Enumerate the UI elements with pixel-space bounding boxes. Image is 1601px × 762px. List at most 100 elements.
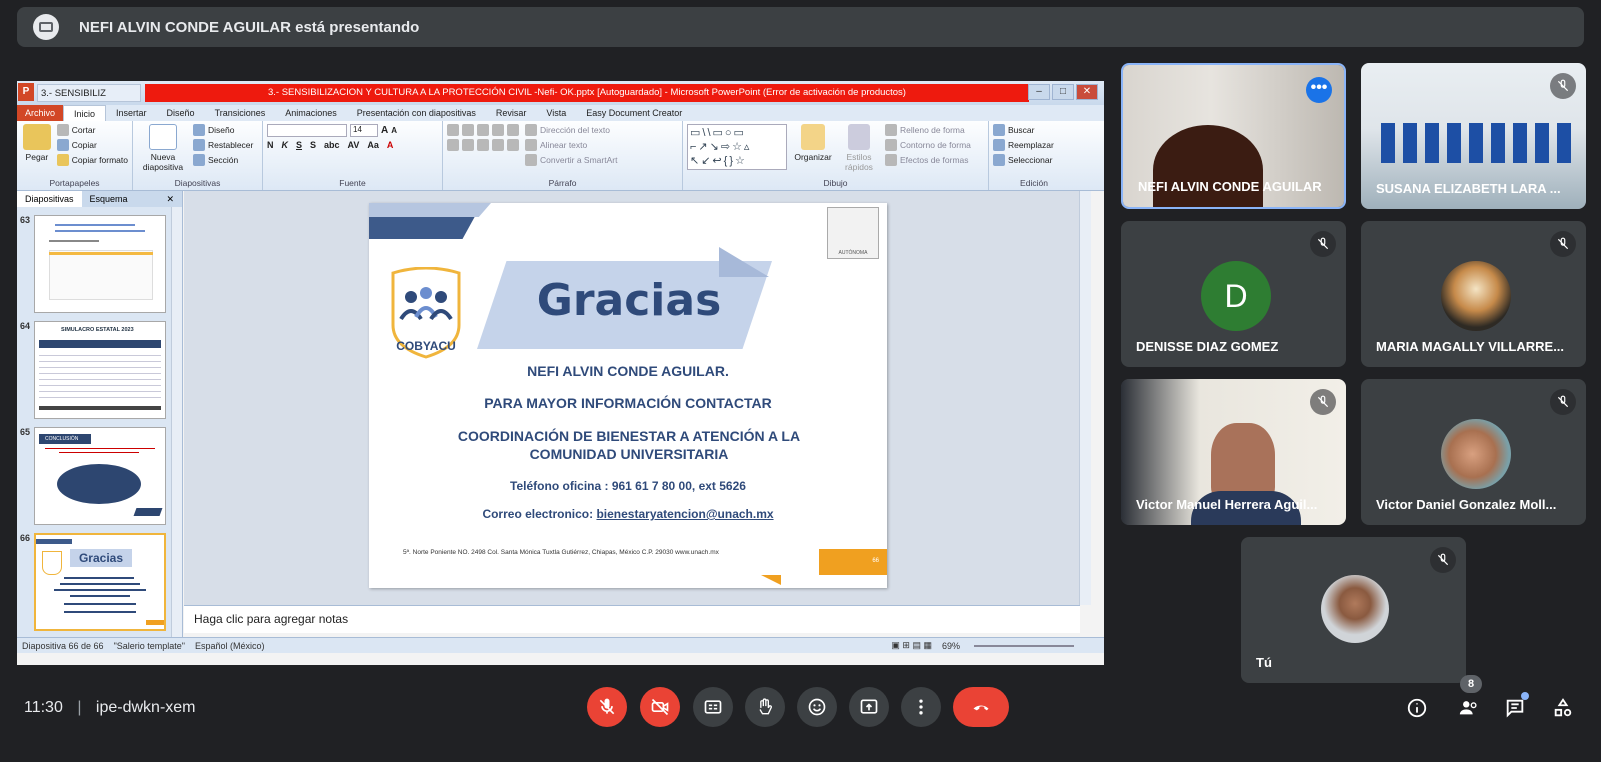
- copy-button[interactable]: Copiar: [56, 139, 128, 151]
- activities-button[interactable]: [1550, 695, 1576, 721]
- shape-outline-button[interactable]: Contorno de forma: [885, 139, 971, 151]
- tab-diseno[interactable]: Diseño: [157, 108, 205, 118]
- meeting-details-button[interactable]: [1404, 695, 1430, 721]
- participant-tile[interactable]: Victor Daniel Gonzalez Moll...: [1361, 379, 1586, 525]
- numbering-icon[interactable]: [462, 124, 474, 136]
- tab-insertar[interactable]: Insertar: [106, 108, 157, 118]
- zoom-level[interactable]: 69%: [942, 641, 960, 651]
- more-options-icon[interactable]: •••: [1306, 77, 1332, 103]
- participant-tile[interactable]: MARIA MAGALLY VILLARRE...: [1361, 221, 1586, 367]
- captions-button[interactable]: [693, 687, 733, 727]
- tab-archivo[interactable]: Archivo: [17, 105, 64, 121]
- align-center-icon[interactable]: [462, 139, 474, 151]
- reset-button[interactable]: Restablecer: [193, 139, 253, 151]
- ppt-document-tab[interactable]: 3.- SENSIBILIZ: [37, 84, 141, 102]
- thumbnail-row[interactable]: 63: [17, 215, 183, 315]
- slide-thumbnail-current[interactable]: Gracias: [34, 533, 166, 631]
- tab-revisar[interactable]: Revisar: [486, 108, 537, 118]
- participant-tile[interactable]: D DENISSE DIAZ GOMEZ: [1121, 221, 1346, 367]
- font-size-select[interactable]: 14: [350, 124, 378, 137]
- pane-close-icon[interactable]: ✕: [158, 194, 182, 205]
- tab-animaciones[interactable]: Animaciones: [275, 108, 347, 118]
- tab-diapositivas[interactable]: Diapositivas: [17, 191, 82, 207]
- current-slide[interactable]: AUTÓNOMA Gracias COBYACU NEFI ALVIN COND…: [369, 203, 887, 588]
- participant-tile[interactable]: SUSANA ELIZABETH LARA ...: [1361, 63, 1586, 209]
- tab-easy-document[interactable]: Easy Document Creator: [576, 108, 692, 118]
- mic-off-indicator: [1550, 389, 1576, 415]
- tab-transiciones[interactable]: Transiciones: [205, 108, 276, 118]
- align-left-icon[interactable]: [447, 139, 459, 151]
- shapes-gallery[interactable]: ▭\\▭○▭ ⌐↗↘⇨☆▵ ↖↙↩{}☆: [687, 124, 787, 170]
- format-painter-button[interactable]: Copiar formato: [56, 154, 128, 166]
- select-button[interactable]: Seleccionar: [993, 154, 1075, 166]
- paste-button[interactable]: Pegar: [21, 124, 53, 169]
- bullets-icon[interactable]: [447, 124, 459, 136]
- italic-button[interactable]: K: [282, 140, 289, 150]
- ppt-titlebar: P 3.- SENSIBILIZ 3.- SENSIBILIZACION Y C…: [17, 81, 1104, 105]
- maximize-icon[interactable]: □: [1052, 84, 1074, 100]
- font-color-button[interactable]: A: [387, 140, 394, 150]
- text-direction-button[interactable]: Dirección del texto: [525, 124, 617, 136]
- smartart-button[interactable]: Convertir a SmartArt: [525, 154, 617, 166]
- tab-inicio[interactable]: Inicio: [63, 105, 107, 121]
- grow-font-icon[interactable]: A: [381, 125, 388, 136]
- bold-button[interactable]: N: [267, 140, 274, 150]
- camera-toggle-button[interactable]: [640, 687, 680, 727]
- case-button[interactable]: Aa: [367, 140, 379, 150]
- shape-fill-button[interactable]: Relleno de forma: [885, 124, 971, 136]
- participant-tile[interactable]: Victor Manuel Herrera Aguil...: [1121, 379, 1346, 525]
- people-button[interactable]: [1456, 695, 1482, 721]
- more-options-button[interactable]: [901, 687, 941, 727]
- justify-icon[interactable]: [492, 139, 504, 151]
- view-buttons[interactable]: ▣ ⊞ ▤ ▦: [891, 640, 932, 651]
- section-button[interactable]: Sección: [193, 154, 253, 166]
- tab-presentacion[interactable]: Presentación con diapositivas: [347, 108, 486, 118]
- thumbnail-row[interactable]: 65 CONCLUSIÓN: [17, 427, 183, 527]
- slide-thumbnail[interactable]: [34, 215, 166, 313]
- align-right-icon[interactable]: [477, 139, 489, 151]
- close-icon[interactable]: ✕: [1076, 84, 1098, 100]
- cut-button[interactable]: Cortar: [56, 124, 128, 136]
- participant-tile[interactable]: ••• NEFI ALVIN CONDE AGUILAR: [1121, 63, 1346, 209]
- language[interactable]: Español (México): [195, 641, 265, 651]
- slide-thumbnail[interactable]: CONCLUSIÓN: [34, 427, 166, 525]
- end-call-icon: [973, 705, 989, 711]
- quick-styles-button[interactable]: Estilos rápidos: [839, 124, 879, 172]
- layout-button[interactable]: Diseño: [193, 124, 253, 136]
- thumbnail-row[interactable]: 64 SIMULACRO ESTATAL 2023: [17, 321, 183, 421]
- present-button[interactable]: [849, 687, 889, 727]
- underline-button[interactable]: S: [296, 140, 302, 150]
- minimize-icon[interactable]: –: [1028, 84, 1050, 100]
- find-button[interactable]: Buscar: [993, 124, 1075, 136]
- raise-hand-button[interactable]: [745, 687, 785, 727]
- new-slide-button[interactable]: Nueva diapositiva: [137, 124, 189, 172]
- line-spacing-icon[interactable]: [507, 124, 519, 136]
- reactions-button[interactable]: [797, 687, 837, 727]
- logo-text: COBYACU: [396, 339, 456, 353]
- indent-more-icon[interactable]: [492, 124, 504, 136]
- group-dibujo: ▭\\▭○▭ ⌐↗↘⇨☆▵ ↖↙↩{}☆ Organizar Estilos ráp…: [683, 121, 989, 190]
- notes-pane[interactable]: Haga clic para agregar notas: [184, 605, 1080, 633]
- pane-scrollbar[interactable]: [171, 207, 182, 637]
- spacing-button[interactable]: AV: [348, 140, 360, 150]
- mic-toggle-button[interactable]: [587, 687, 627, 727]
- tab-vista[interactable]: Vista: [536, 108, 576, 118]
- email-link[interactable]: bienestaryatencion@unach.mx: [596, 507, 773, 521]
- shadow-button[interactable]: S: [310, 140, 316, 150]
- thumbnail-row-selected[interactable]: 66 Gracias: [17, 533, 183, 633]
- indent-less-icon[interactable]: [477, 124, 489, 136]
- columns-icon[interactable]: [507, 139, 519, 151]
- zoom-slider[interactable]: [974, 644, 1074, 647]
- slide-thumbnail[interactable]: SIMULACRO ESTATAL 2023: [34, 321, 166, 419]
- align-text-button[interactable]: Alinear texto: [525, 139, 617, 151]
- shrink-font-icon[interactable]: A: [391, 126, 397, 135]
- replace-button[interactable]: Reemplazar: [993, 139, 1075, 151]
- font-name-select[interactable]: [267, 124, 347, 137]
- tab-esquema[interactable]: Esquema: [82, 194, 136, 204]
- shape-effects-button[interactable]: Efectos de formas: [885, 154, 971, 166]
- leave-call-button[interactable]: [953, 687, 1009, 727]
- arrange-button[interactable]: Organizar: [793, 124, 833, 172]
- participant-tile-self[interactable]: Tú: [1241, 537, 1466, 683]
- canvas-scrollbar[interactable]: [1079, 191, 1091, 605]
- strike-button[interactable]: abc: [324, 140, 340, 150]
